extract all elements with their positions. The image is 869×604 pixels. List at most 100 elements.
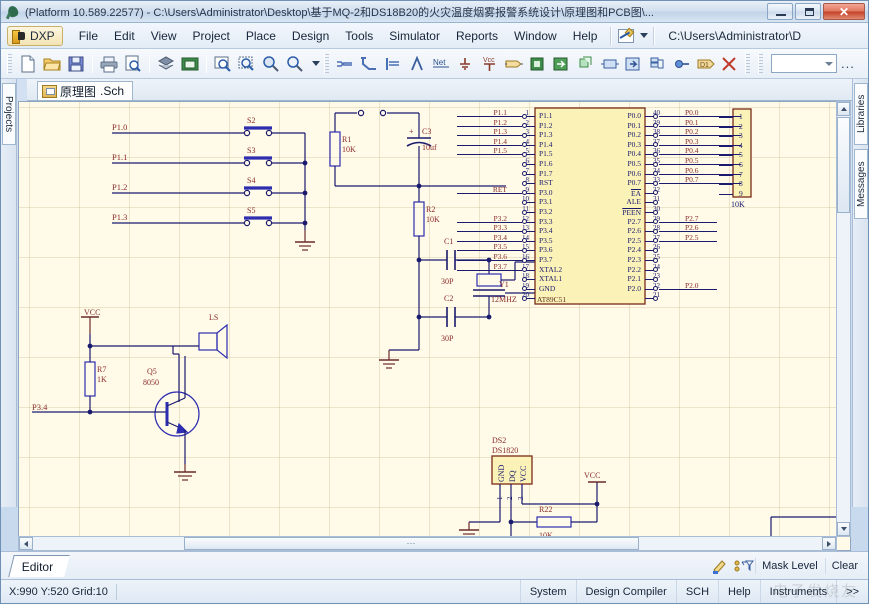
maximize-button[interactable] xyxy=(795,3,821,20)
schematic-canvas[interactable]: P1.0 S2 P1.1 S3 P1.2 S4 P1.3 S5 R1 10K +… xyxy=(18,101,851,551)
zoom-out-icon[interactable] xyxy=(284,53,306,75)
close-button[interactable]: ✕ xyxy=(823,3,865,20)
mask-filter-icon[interactable] xyxy=(732,556,755,576)
net-label-p13: P1.3 xyxy=(112,212,127,222)
toolbar-overflow-button[interactable]: ... xyxy=(841,56,855,71)
minimize-button[interactable] xyxy=(767,3,793,20)
status-button-instruments[interactable]: Instruments xyxy=(759,580,836,603)
cross-probe-icon[interactable] xyxy=(670,53,692,75)
status-button-design-compiler[interactable]: Design Compiler xyxy=(575,580,676,603)
open-folder-icon[interactable] xyxy=(41,53,63,75)
open-project-icon[interactable] xyxy=(155,53,177,75)
svg-text:D1: D1 xyxy=(700,62,709,69)
vcc-symbol-1 xyxy=(81,316,99,334)
menu-item-place[interactable]: Place xyxy=(238,26,284,46)
annotate-icon[interactable]: D1 xyxy=(694,53,716,75)
new-document-icon[interactable] xyxy=(17,53,39,75)
dock-tab-libraries[interactable]: Libraries xyxy=(854,83,868,145)
device-sheet-icon[interactable] xyxy=(574,53,596,75)
vertical-scroll-thumb[interactable] xyxy=(837,117,850,213)
chevron-down-icon-combo xyxy=(825,62,833,66)
status-button-help[interactable]: Help xyxy=(718,580,760,603)
status-button-more[interactable]: >> xyxy=(836,580,868,603)
scroll-right-button[interactable] xyxy=(822,537,836,550)
clear-button[interactable]: Clear xyxy=(824,557,864,574)
toolbar-grip-3[interactable] xyxy=(745,53,750,74)
svg-text:Net: Net xyxy=(433,58,446,67)
menu-item-project[interactable]: Project xyxy=(185,26,238,46)
hierarchy-icon[interactable] xyxy=(646,53,668,75)
editor-tab[interactable]: Editor xyxy=(8,554,71,577)
toolbar-separator-3 xyxy=(206,54,207,73)
speaker-body xyxy=(198,332,218,351)
port-icon[interactable] xyxy=(502,53,524,75)
menu-item-design[interactable]: Design xyxy=(284,26,337,46)
toolbar-grip[interactable] xyxy=(7,53,12,74)
status-button-sch[interactable]: SCH xyxy=(675,580,718,603)
mask-level-button[interactable]: Mask Level xyxy=(755,557,824,574)
horizontal-scrollbar[interactable]: ⋯ xyxy=(18,536,837,551)
zoom-selection-icon[interactable] xyxy=(236,53,258,75)
cursor-coordinates: X:990 Y:520 Grid:10 xyxy=(9,585,108,598)
place-part-icon[interactable] xyxy=(622,53,644,75)
pen-nib-icon xyxy=(624,27,635,37)
dock-tab-projects[interactable]: Projects xyxy=(2,83,16,145)
part-icon[interactable] xyxy=(598,53,620,75)
dxp-menu-button[interactable]: DXP xyxy=(7,25,63,46)
resistor-r22 xyxy=(536,516,572,528)
designator-s3: S3 xyxy=(247,146,255,155)
zoom-area-icon[interactable] xyxy=(212,53,234,75)
net-label-icon[interactable]: Net xyxy=(430,53,452,75)
toolbar-grip-4[interactable] xyxy=(758,53,763,74)
bus-icon[interactable] xyxy=(358,53,380,75)
chevron-down-icon[interactable] xyxy=(640,33,649,38)
vertical-scrollbar[interactable] xyxy=(836,101,851,537)
scroll-left-button[interactable] xyxy=(19,537,33,550)
menu-item-file[interactable]: File xyxy=(71,26,106,46)
dock-tab-messages[interactable]: Messages xyxy=(854,149,868,219)
status-bar: X:990 Y:520 Grid:10 System Design Compil… xyxy=(1,579,868,603)
menu-item-tools[interactable]: Tools xyxy=(337,26,381,46)
dxp-icon xyxy=(12,29,26,44)
status-button-system[interactable]: System xyxy=(519,580,576,603)
sheet-symbol-icon[interactable] xyxy=(526,53,548,75)
scroll-down-button[interactable] xyxy=(837,522,850,536)
close-icon: ✕ xyxy=(838,4,850,19)
print-preview-icon[interactable] xyxy=(122,53,144,75)
simulation-chart-icon[interactable] xyxy=(617,27,635,44)
toolbar-grip-2[interactable] xyxy=(324,53,329,74)
line-icon[interactable] xyxy=(406,53,428,75)
component-library-icon[interactable] xyxy=(179,53,201,75)
no-erc-icon[interactable] xyxy=(718,53,740,75)
net-label-p10: P1.0 xyxy=(112,122,127,132)
menu-item-edit[interactable]: Edit xyxy=(106,26,143,46)
menu-item-help[interactable]: Help xyxy=(565,26,606,46)
wire-icon[interactable] xyxy=(334,53,356,75)
panel-strip-right: Mask Level Clear xyxy=(709,556,868,576)
toolbar-combo[interactable] xyxy=(771,54,837,73)
toolbar-chevron-down-icon[interactable] xyxy=(312,61,320,66)
gnd-power-port-icon[interactable] xyxy=(454,53,476,75)
menu-item-view[interactable]: View xyxy=(143,26,185,46)
designator-ds2: DS2 xyxy=(492,436,506,445)
ground-symbol-osc xyxy=(379,350,399,369)
scroll-up-button[interactable] xyxy=(837,102,850,116)
value-r7: 1K xyxy=(97,375,107,384)
save-icon[interactable] xyxy=(65,53,87,75)
menu-item-window[interactable]: Window xyxy=(506,26,565,46)
highlight-pen-icon[interactable] xyxy=(709,556,731,576)
value-ds1820: DS1820 xyxy=(492,446,518,455)
bus-entry-icon[interactable] xyxy=(382,53,404,75)
power-label-vcc-2: VCC xyxy=(584,471,600,480)
document-tab-schematic[interactable]: 原理图 .Sch xyxy=(37,81,134,100)
menu-item-reports[interactable]: Reports xyxy=(448,26,506,46)
sheet-entry-icon[interactable] xyxy=(550,53,572,75)
document-tab-strip: 原理图 .Sch xyxy=(27,79,854,101)
right-dock: Libraries Messages xyxy=(852,79,868,507)
horizontal-scroll-thumb[interactable]: ⋯ xyxy=(184,537,639,550)
vcc-power-port-icon[interactable]: Vcc xyxy=(478,53,500,75)
toolbar-separator-2 xyxy=(149,54,150,73)
menu-item-simulator[interactable]: Simulator xyxy=(381,26,448,46)
zoom-in-icon[interactable] xyxy=(260,53,282,75)
print-icon[interactable] xyxy=(98,53,120,75)
